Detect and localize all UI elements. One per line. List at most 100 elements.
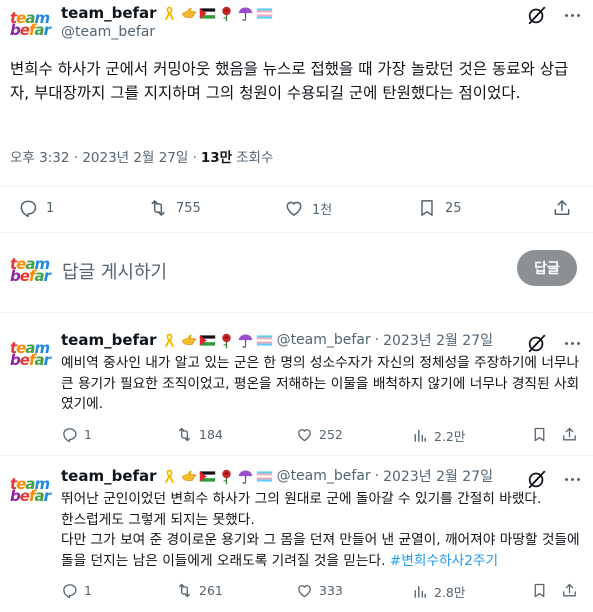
tweet-text-line: 한스럽게도 그렇게 되지는 못했다. [61,511,255,528]
retweet-icon [176,582,193,599]
views-button[interactable]: 2.2만 [411,426,465,445]
reply-tweet[interactable]: team befar team_befar @team_befar · 2023… [0,326,593,456]
like-count: 252 [319,427,343,442]
reply-button[interactable]: 1 [18,198,54,218]
retweet-button[interactable]: 261 [176,582,223,599]
author-name[interactable]: team_befar [61,331,157,349]
reply-tweet[interactable]: team befar team_befar @team_befar · 2023… [0,462,593,612]
view-count: 13만 [200,150,233,166]
share-button[interactable] [561,582,578,599]
author-name-row: team_befar [61,4,273,22]
hashtag-link[interactable]: #변희수하사2주기 [390,553,498,569]
hand-icon [180,332,197,349]
palestine-flag-icon [199,5,216,22]
hand-icon [180,5,197,22]
tweet-header: team_befar @team_befar · 2023년 2월 27일 [61,466,493,486]
tweet-text: 변희수 하사가 군에서 커밍아웃 했음을 뉴스로 접했을 때 가장 놀랐던 것은… [10,60,569,102]
trans-flag-icon [256,468,273,485]
bookmark-icon [417,198,437,218]
reply-composer: team befar 답글 게시하기 답글 [0,246,593,292]
like-count: 333 [319,583,343,598]
tweet-text-line: 뛰어난 군인이었던 변희수 하사가 그의 원대로 군에 돌아갈 수 있기를 간절… [61,491,542,507]
palestine-flag-icon [199,468,216,485]
views-button[interactable]: 2.8만 [411,582,465,601]
rose-icon [218,468,235,485]
grok-icon[interactable] [526,468,548,490]
like-button[interactable]: 252 [296,426,343,443]
tweet-timestamp[interactable]: 오후 3:32 · 2023년 2월 27일 · [10,146,197,166]
reply-input[interactable]: 답글 게시하기 [62,258,167,284]
views-count: 2.8만 [434,585,466,600]
share-button[interactable] [561,426,578,443]
divider [0,232,593,233]
retweet-count: 261 [199,583,223,598]
views-icon [411,427,428,444]
umbrella-icon [237,468,254,485]
bookmark-button[interactable]: 25 [417,198,462,218]
avatar[interactable]: team befar [10,334,51,374]
view-label: 조회수 [236,150,274,166]
separator: · [374,468,380,484]
reply-count: 1 [84,427,92,442]
reply-button[interactable]: 1 [61,426,92,443]
author-handle[interactable]: @team_befar [61,24,155,40]
name-emojis [161,332,273,349]
heart-icon [284,198,304,218]
divider [0,186,593,187]
heart-icon [296,426,313,443]
like-button[interactable]: 1천 [284,198,332,218]
heart-icon [296,582,313,599]
views-icon [411,583,428,600]
main-action-bar: 1 755 1천 25 [0,194,593,224]
author-name[interactable]: team_befar [61,4,157,22]
divider [0,312,593,313]
rose-icon [218,5,235,22]
tweet-meta: 오후 3:32 · 2023년 2월 27일 · 13만 조회수 [10,146,273,166]
umbrella-icon [237,5,254,22]
like-button[interactable]: 333 [296,582,343,599]
share-icon [561,582,578,599]
umbrella-icon [237,332,254,349]
tweet-action-bar: 1 261 333 2.8만 [61,580,583,604]
reply-icon [61,426,78,443]
grok-icon[interactable] [526,332,548,354]
more-options-icon[interactable] [561,334,583,352]
hand-icon [180,468,197,485]
tweet-text-line: 다만 그가 보여 준 경이로운 용기와 그 몸을 던져 만들어 낸 균열이, 깨… [61,532,580,569]
retweet-count: 184 [199,427,223,442]
palestine-flag-icon [199,332,216,349]
trans-flag-icon [256,5,273,22]
bookmark-button[interactable] [531,582,548,599]
reply-submit-button[interactable]: 답글 [517,250,577,286]
retweet-icon [176,426,193,443]
author-handle[interactable]: @team_befar [277,468,371,484]
reply-count: 1 [46,200,55,216]
bookmark-button[interactable] [531,426,548,443]
retweet-button[interactable]: 755 [148,198,201,218]
rose-icon [218,332,235,349]
reply-icon [18,198,38,218]
grok-icon[interactable] [526,4,548,26]
bookmark-count: 25 [445,200,462,216]
more-options-icon[interactable] [561,6,583,24]
views-count: 2.2만 [434,429,466,444]
avatar[interactable]: team befar [10,470,51,510]
reply-button[interactable]: 1 [61,582,92,599]
share-icon [561,426,578,443]
avatar[interactable]: team befar [10,4,51,44]
reply-icon [61,582,78,599]
tweet-date[interactable]: 2023년 2월 27일 [383,330,493,350]
trans-flag-icon [256,332,273,349]
author-name[interactable]: team_befar [61,467,157,485]
share-button[interactable] [552,198,572,218]
tweet-header: team_befar @team_befar · 2023년 2월 27일 [61,330,493,350]
yellow-ribbon-icon [161,5,178,22]
retweet-button[interactable]: 184 [176,426,223,443]
bookmark-icon [531,426,548,443]
author-handle[interactable]: @team_befar [277,332,371,348]
more-options-icon[interactable] [561,470,583,488]
name-emojis [161,5,273,22]
reply-count: 1 [84,583,92,598]
share-icon [552,198,572,218]
tweet-date[interactable]: 2023년 2월 27일 [383,466,493,486]
